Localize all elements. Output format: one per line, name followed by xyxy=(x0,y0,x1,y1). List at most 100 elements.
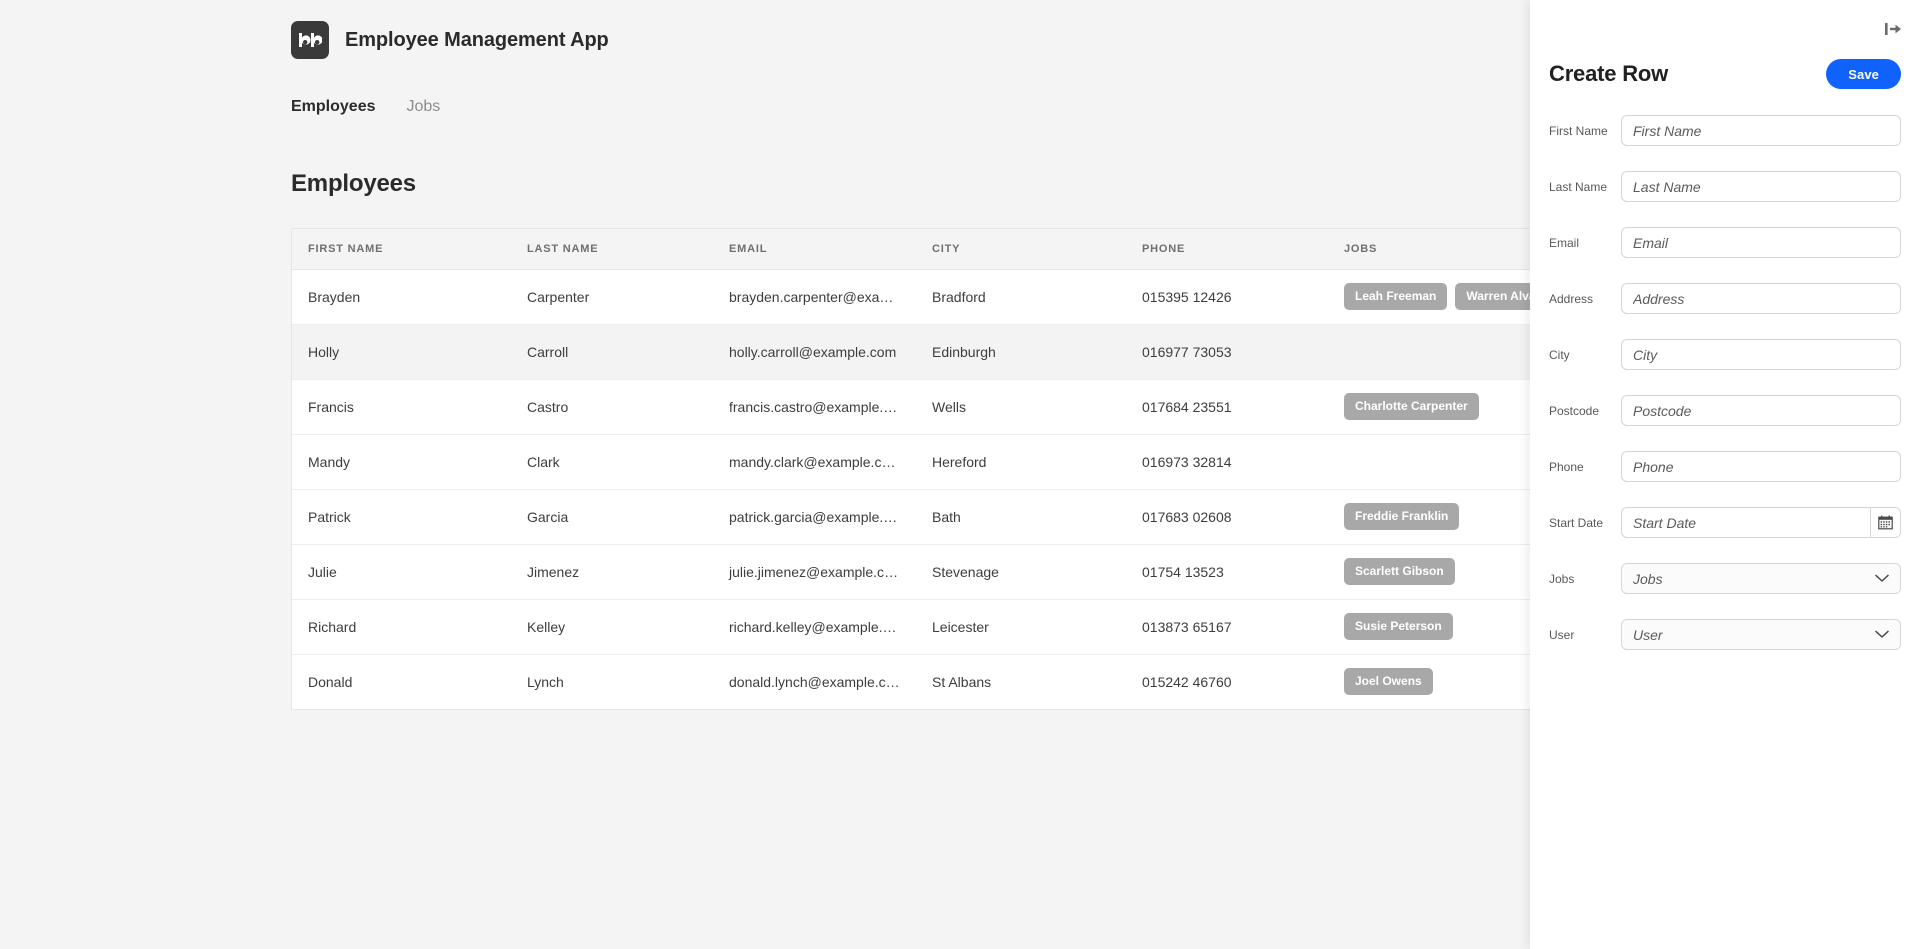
label-email: Email xyxy=(1549,235,1580,250)
cell-phone: 016973 32814 xyxy=(1126,434,1328,490)
job-badge[interactable]: Scarlett Gibson xyxy=(1344,558,1455,585)
cell-city: Leicester xyxy=(916,599,1126,655)
cell-phone: 017683 02608 xyxy=(1126,489,1328,545)
column-header-first-name[interactable]: FIRST NAME xyxy=(292,229,511,270)
tab-jobs[interactable]: Jobs xyxy=(406,96,440,118)
column-header-email[interactable]: EMAIL xyxy=(713,229,916,270)
job-badge[interactable]: Susie Peterson xyxy=(1344,613,1453,640)
cell-last-name: Jimenez xyxy=(511,544,713,600)
cell-last-name: Lynch xyxy=(527,673,564,690)
jobs-select[interactable]: Jobs xyxy=(1621,563,1901,594)
cell-city: Bradford xyxy=(916,269,1126,325)
job-badge[interactable]: Leah Freeman xyxy=(1344,283,1448,310)
label-city: City xyxy=(1549,347,1570,362)
cell-city: St Albans xyxy=(932,673,992,690)
cell-email: mandy.clark@example.com xyxy=(713,434,916,490)
label-last-name: Last Name xyxy=(1549,179,1608,194)
tab-employees[interactable]: Employees xyxy=(291,96,375,118)
column-header-last-name[interactable]: LAST NAME xyxy=(511,229,713,270)
cell-last-name: Kelley xyxy=(511,599,713,655)
cell-city: Bath xyxy=(916,489,1126,545)
field-wrap-user: User xyxy=(1621,619,1901,650)
panel-header: Create Row Save xyxy=(1549,57,1901,91)
field-wrap-phone xyxy=(1621,451,1901,482)
create-row-panel: Create Row Save First Name Last Name Email… xyxy=(1530,0,1920,949)
cell-phone: 013873 65167 xyxy=(1126,599,1328,655)
job-badge[interactable]: Charlotte Carpenter xyxy=(1344,393,1479,420)
label-phone: Phone xyxy=(1549,459,1584,474)
cell-first-name: Julie xyxy=(292,544,511,600)
chevron-down-icon xyxy=(1875,630,1889,639)
cell-city: Edinburgh xyxy=(916,324,1126,380)
field-wrap-postcode xyxy=(1621,395,1901,426)
label-jobs: Jobs xyxy=(1549,571,1575,586)
cell-first-name: Brayden xyxy=(292,269,511,325)
bb-logo-icon xyxy=(291,21,329,59)
form-row-last-name: Last Name xyxy=(1549,168,1901,205)
cell-first-name: Mandy xyxy=(292,434,511,490)
cell-email: holly.carroll@example.com xyxy=(713,324,916,380)
form-row-phone: Phone xyxy=(1549,448,1901,485)
cell-email: francis.castro@example.com xyxy=(713,379,916,435)
calendar-icon[interactable] xyxy=(1870,507,1901,538)
cell-city: Wells xyxy=(916,379,1126,435)
email-input[interactable] xyxy=(1621,227,1901,258)
form-row-address: Address xyxy=(1549,280,1901,317)
field-wrap-last-name xyxy=(1621,171,1901,202)
cell-city: Stevenage xyxy=(916,544,1126,600)
cell-last-name: Carpenter xyxy=(511,269,713,325)
address-input[interactable] xyxy=(1621,283,1901,314)
cell-email: donald.lynch@example.com xyxy=(729,673,906,690)
save-button[interactable]: Save xyxy=(1826,59,1901,89)
form-row-start-date: Start Date xyxy=(1549,504,1901,541)
label-first-name: First Name xyxy=(1549,123,1608,138)
cell-first-name: Richard xyxy=(292,599,511,655)
start-date-input[interactable] xyxy=(1621,507,1870,538)
cell-email: richard.kelley@example.com xyxy=(713,599,916,655)
label-postcode: Postcode xyxy=(1549,403,1600,418)
cell-first-name: Patrick xyxy=(292,489,511,545)
app-title: Employee Management App xyxy=(345,28,609,51)
job-badge[interactable]: Joel Owens xyxy=(1344,668,1433,696)
job-badge[interactable]: Freddie Franklin xyxy=(1344,503,1460,530)
form-row-first-name: First Name xyxy=(1549,112,1901,149)
cell-first-name: Donald xyxy=(308,673,353,690)
form-row-jobs: Jobs Jobs xyxy=(1549,560,1901,597)
cell-phone: 01754 13523 xyxy=(1126,544,1328,600)
column-header-city[interactable]: CITY xyxy=(916,229,1126,270)
cell-phone: 017684 23551 xyxy=(1126,379,1328,435)
cell-email: julie.jimenez@example.com xyxy=(713,544,916,600)
cell-city: Hereford xyxy=(916,434,1126,490)
primary-nav: Employees Jobs xyxy=(291,96,440,118)
first-name-input[interactable] xyxy=(1621,115,1901,146)
user-select[interactable]: User xyxy=(1621,619,1901,650)
collapse-panel-right-icon[interactable] xyxy=(1881,17,1905,41)
postcode-input[interactable] xyxy=(1621,395,1901,426)
field-wrap-first-name xyxy=(1621,115,1901,146)
user-select-value: User xyxy=(1633,626,1663,643)
last-name-input[interactable] xyxy=(1621,171,1901,202)
cell-last-name: Castro xyxy=(511,379,713,435)
cell-first-name: Holly xyxy=(292,324,511,380)
phone-input[interactable] xyxy=(1621,451,1901,482)
field-wrap-jobs: Jobs xyxy=(1621,563,1901,594)
city-input[interactable] xyxy=(1621,339,1901,370)
cell-last-name: Clark xyxy=(511,434,713,490)
cell-email: patrick.garcia@example.com xyxy=(713,489,916,545)
create-row-form: First Name Last Name Email Address City Postc… xyxy=(1549,112,1901,672)
column-header-phone[interactable]: PHONE xyxy=(1126,229,1328,270)
cell-phone: 016977 73053 xyxy=(1126,324,1328,380)
panel-title: Create Row xyxy=(1549,61,1669,86)
form-row-city: City xyxy=(1549,336,1901,373)
label-start-date: Start Date xyxy=(1549,515,1604,530)
field-wrap-city xyxy=(1621,339,1901,370)
cell-phone: 015242 46760 xyxy=(1142,673,1232,690)
form-row-email: Email xyxy=(1549,224,1901,261)
field-wrap-start-date xyxy=(1621,507,1901,538)
cell-phone: 015395 12426 xyxy=(1126,269,1328,325)
form-row-postcode: Postcode xyxy=(1549,392,1901,429)
field-wrap-address xyxy=(1621,283,1901,314)
jobs-select-value: Jobs xyxy=(1633,570,1663,587)
field-wrap-email xyxy=(1621,227,1901,258)
cell-first-name: Francis xyxy=(292,379,511,435)
